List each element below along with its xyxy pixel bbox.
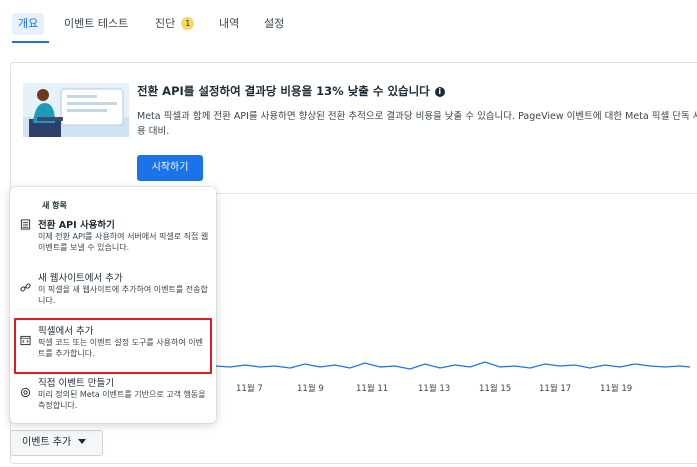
info-icon[interactable]: i: [434, 87, 445, 97]
add-event-label: 이벤트 추가: [22, 437, 72, 448]
menu-item-create-event[interactable]: 직접 이벤트 만들기 미리 정의된 Meta 이벤트를 기반으로 고객 행동을 …: [14, 373, 212, 419]
tab-test-events[interactable]: 이벤트 테스트: [64, 13, 128, 35]
menu-item-description: 미리 정의된 Meta 이벤트를 기반으로 고객 행동을 측정합니다.: [38, 390, 206, 410]
tab-bar: 개요 이벤트 테스트 진단 1 내역 설정: [0, 0, 697, 44]
menu-item-title: 전환 API 사용하기: [38, 220, 115, 231]
x-axis-label: 11월 19: [600, 384, 633, 394]
events-manager-overview: 개요 이벤트 테스트 진단 1 내역 설정 전환 API를 설정하여 결과당 비…: [0, 0, 697, 467]
menu-item-add-website[interactable]: 새 웹사이트에서 추가 이 픽셀을 새 웹사이트에 추가하여 이벤트를 전송합니…: [14, 268, 212, 314]
menu-item-title: 직접 이벤트 만들기: [38, 378, 114, 389]
tab-diagnostics[interactable]: 진단 1: [155, 13, 195, 35]
x-axis-label: 11월 13: [418, 384, 451, 394]
server-icon: [20, 219, 31, 230]
add-event-button[interactable]: 이벤트 추가: [10, 430, 103, 456]
promo-description: Meta 픽셀과 함께 전환 API를 사용하면 향상된 전환 추적으로 결과당…: [137, 111, 697, 137]
get-started-button[interactable]: 시작하기: [137, 155, 203, 181]
tab-history[interactable]: 내역: [219, 13, 239, 35]
promo-title-text: 전환 API를 설정하여 결과당 비용을 13% 낮출 수 있습니다: [137, 84, 430, 98]
link-icon: [20, 283, 31, 292]
menu-item-description: 이 픽셀을 새 웹사이트에 추가하여 이벤트를 전송합니다.: [38, 285, 208, 305]
tab-diagnostics-label: 진단: [155, 17, 176, 30]
tab-settings-label: 설정: [264, 17, 285, 30]
tab-overview[interactable]: 개요: [12, 13, 45, 35]
events-chart-line: [200, 361, 690, 370]
active-tab-indicator: [12, 41, 49, 43]
menu-item-conversions-api[interactable]: 전환 API 사용하기 이제 전환 API를 사용하여 서버에서 픽셀로 직접 …: [14, 215, 212, 261]
tab-test-events-label: 이벤트 테스트: [64, 17, 129, 30]
x-axis-label: 11월 7: [236, 384, 263, 394]
promo-illustration: [23, 83, 129, 137]
dropdown-header: 새 항목: [42, 201, 67, 210]
x-axis-label: 11월 9: [297, 384, 324, 394]
tab-overview-label: 개요: [18, 17, 39, 30]
highlight-box: [14, 318, 212, 374]
promo-title: 전환 API를 설정하여 결과당 비용을 13% 낮출 수 있습니다 i: [137, 83, 445, 99]
gear-icon: [20, 387, 31, 398]
menu-item-description: 이제 전환 API를 사용하여 서버에서 픽셀로 직접 웹 이벤트를 보낼 수 …: [38, 232, 209, 252]
tab-history-label: 내역: [219, 17, 240, 30]
menu-item-title: 새 웹사이트에서 추가: [38, 273, 123, 284]
x-axis-label: 11월 17: [539, 384, 572, 394]
tab-settings[interactable]: 설정: [264, 13, 284, 35]
add-event-dropdown: 새 항목 전환 API 사용하기 이제 전환 API를 사용하여 서버에서 픽셀…: [10, 187, 216, 423]
x-axis-label: 11월 15: [479, 384, 512, 394]
x-axis-label: 11월 11: [356, 384, 389, 394]
diagnostics-badge: 1: [181, 17, 195, 30]
caret-down-icon: [78, 439, 87, 444]
